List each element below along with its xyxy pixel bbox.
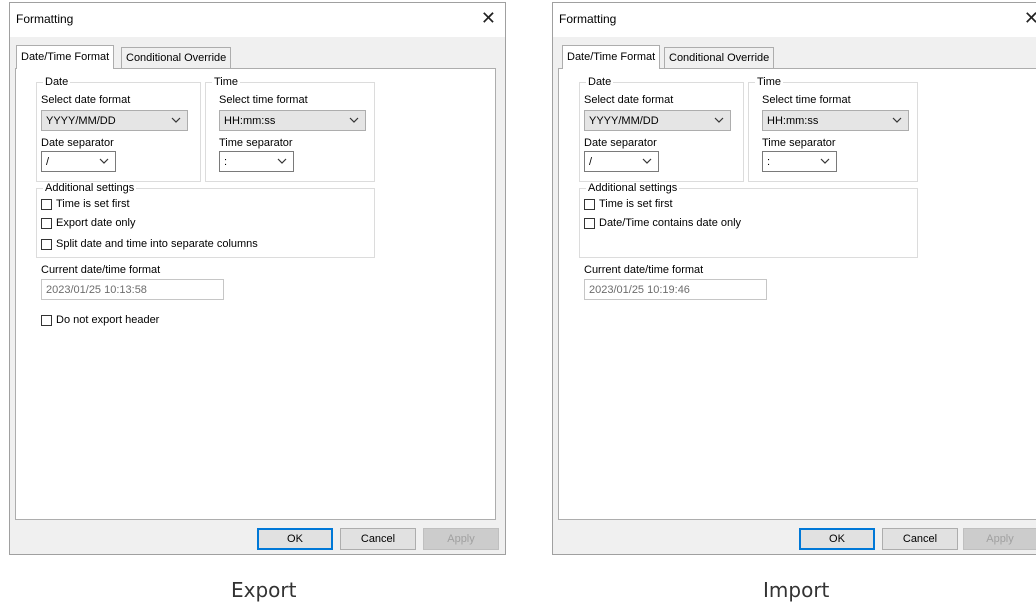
date-only-checkbox[interactable]: Date/Time contains date only bbox=[584, 217, 741, 229]
close-icon[interactable]: ✕ bbox=[481, 9, 496, 27]
date-separator-select[interactable]: / bbox=[584, 151, 659, 172]
export-formatting-dialog: Formatting ✕ Date/Time Format Conditiona… bbox=[9, 2, 506, 555]
time-separator-select[interactable]: : bbox=[219, 151, 294, 172]
date-group-label: Date bbox=[43, 76, 71, 88]
title-bar: Formatting ✕ bbox=[553, 3, 1036, 37]
select-date-format-label: Select date format bbox=[584, 94, 674, 106]
export-caption: Export bbox=[231, 578, 297, 602]
time-separator-select[interactable]: : bbox=[762, 151, 837, 172]
date-format-value: YYYY/MM/DD bbox=[589, 115, 659, 127]
checkbox-icon bbox=[41, 314, 52, 326]
tab-panel: Date Select date format YYYY/MM/DD Date … bbox=[558, 68, 1036, 520]
time-format-select[interactable]: HH:mm:ss bbox=[762, 110, 909, 131]
chevron-down-icon bbox=[892, 117, 902, 123]
ok-button[interactable]: OK bbox=[257, 528, 333, 550]
current-format-field: 2023/01/25 10:19:46 bbox=[584, 279, 767, 300]
checkbox-label: Time is set first bbox=[56, 198, 130, 210]
date-format-value: YYYY/MM/DD bbox=[46, 115, 116, 127]
time-format-value: HH:mm:ss bbox=[767, 115, 819, 127]
close-icon[interactable]: ✕ bbox=[1024, 9, 1036, 27]
time-format-value: HH:mm:ss bbox=[224, 115, 276, 127]
checkbox-icon bbox=[584, 217, 595, 229]
chevron-down-icon bbox=[642, 158, 652, 164]
current-format-label: Current date/time format bbox=[41, 264, 161, 276]
current-format-value: 2023/01/25 10:19:46 bbox=[589, 284, 690, 296]
checkbox-label: Do not export header bbox=[56, 314, 160, 326]
date-format-select[interactable]: YYYY/MM/DD bbox=[41, 110, 188, 131]
time-first-checkbox[interactable]: Time is set first bbox=[584, 198, 673, 210]
time-separator-value: : bbox=[224, 156, 228, 168]
time-format-select[interactable]: HH:mm:ss bbox=[219, 110, 366, 131]
checkbox-icon bbox=[41, 198, 52, 210]
current-format-field: 2023/01/25 10:13:58 bbox=[41, 279, 224, 300]
time-group-label: Time bbox=[755, 76, 784, 88]
dialog-title: Formatting bbox=[559, 12, 617, 26]
time-separator-value: : bbox=[767, 156, 771, 168]
additional-settings-label: Additional settings bbox=[43, 182, 137, 194]
current-format-value: 2023/01/25 10:13:58 bbox=[46, 284, 147, 296]
current-format-label: Current date/time format bbox=[584, 264, 704, 276]
date-separator-label: Date separator bbox=[584, 137, 657, 149]
checkbox-icon bbox=[584, 198, 595, 210]
split-columns-checkbox[interactable]: Split date and time into separate column… bbox=[41, 238, 258, 250]
tab-panel: Date Select date format YYYY/MM/DD Date … bbox=[15, 68, 496, 520]
checkbox-label: Export date only bbox=[56, 217, 136, 229]
time-first-checkbox[interactable]: Time is set first bbox=[41, 198, 130, 210]
additional-settings-label: Additional settings bbox=[586, 182, 680, 194]
checkbox-label: Date/Time contains date only bbox=[599, 217, 742, 229]
time-separator-label: Time separator bbox=[762, 137, 836, 149]
date-group-label: Date bbox=[586, 76, 614, 88]
time-separator-label: Time separator bbox=[219, 137, 293, 149]
no-header-checkbox[interactable]: Do not export header bbox=[41, 314, 159, 326]
import-formatting-dialog: Formatting ✕ Date/Time Format Conditiona… bbox=[552, 2, 1036, 555]
time-group-label: Time bbox=[212, 76, 241, 88]
import-caption: Import bbox=[763, 578, 830, 602]
apply-button[interactable]: Apply bbox=[423, 528, 499, 550]
chevron-down-icon bbox=[820, 158, 830, 164]
export-date-only-checkbox[interactable]: Export date only bbox=[41, 217, 136, 229]
chevron-down-icon bbox=[714, 117, 724, 123]
checkbox-label: Split date and time into separate column… bbox=[56, 238, 258, 250]
date-format-select[interactable]: YYYY/MM/DD bbox=[584, 110, 731, 131]
date-separator-select[interactable]: / bbox=[41, 151, 116, 172]
checkbox-icon bbox=[41, 217, 52, 229]
select-time-format-label: Select time format bbox=[219, 94, 308, 106]
select-date-format-label: Select date format bbox=[41, 94, 131, 106]
chevron-down-icon bbox=[171, 117, 181, 123]
date-separator-value: / bbox=[589, 156, 593, 168]
ok-button[interactable]: OK bbox=[799, 528, 875, 550]
select-time-format-label: Select time format bbox=[762, 94, 851, 106]
checkbox-icon bbox=[41, 238, 52, 250]
apply-button[interactable]: Apply bbox=[963, 528, 1036, 550]
checkbox-label: Time is set first bbox=[599, 198, 673, 210]
tab-date-time-format[interactable]: Date/Time Format bbox=[562, 45, 661, 69]
cancel-button[interactable]: Cancel bbox=[882, 528, 958, 550]
dialog-title: Formatting bbox=[16, 12, 74, 26]
tab-conditional-override[interactable]: Conditional Override bbox=[121, 47, 232, 68]
tab-conditional-override[interactable]: Conditional Override bbox=[664, 47, 775, 68]
date-separator-value: / bbox=[46, 156, 50, 168]
date-separator-label: Date separator bbox=[41, 137, 114, 149]
title-bar: Formatting ✕ bbox=[10, 3, 505, 37]
chevron-down-icon bbox=[349, 117, 359, 123]
tab-date-time-format[interactable]: Date/Time Format bbox=[16, 45, 115, 69]
chevron-down-icon bbox=[99, 158, 109, 164]
chevron-down-icon bbox=[277, 158, 287, 164]
cancel-button[interactable]: Cancel bbox=[340, 528, 416, 550]
